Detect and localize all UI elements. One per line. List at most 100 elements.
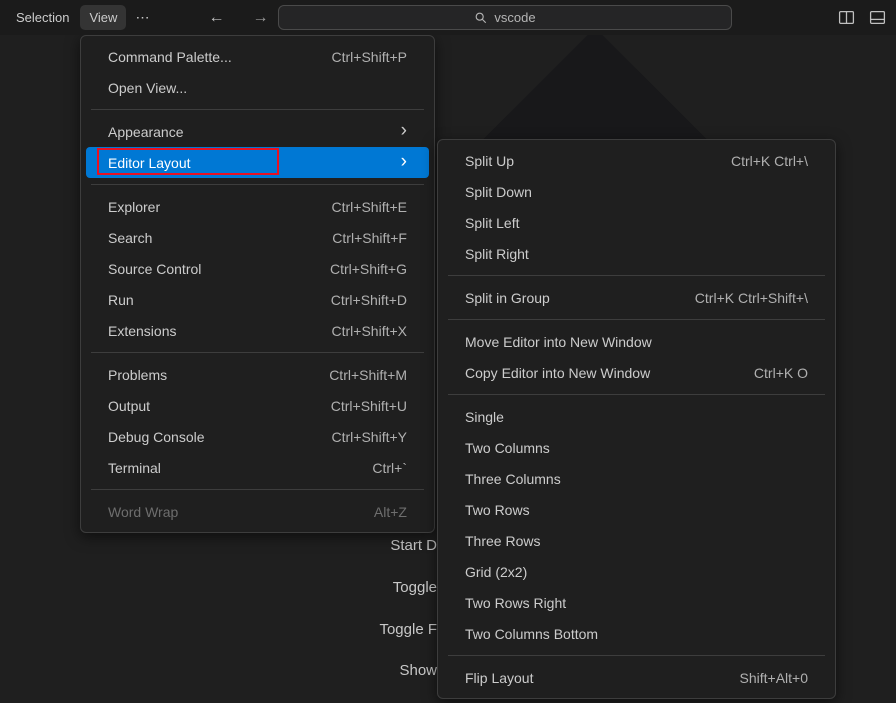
menu-item-output[interactable]: Output Ctrl+Shift+U (86, 390, 429, 421)
menubar-item-selection[interactable]: Selection (7, 5, 78, 30)
menu-item-label: Explorer (108, 199, 308, 215)
menu-separator (91, 489, 424, 490)
menu-item-label: Command Palette... (108, 49, 308, 65)
menu-item-move-editor-into-new-window[interactable]: Move Editor into New Window (443, 326, 830, 357)
background-text-fragment: Show (399, 662, 437, 679)
split-editor-icon[interactable] (838, 9, 855, 26)
menu-item-shortcut: Ctrl+Shift+M (329, 367, 407, 383)
menu-item-label: Editor Layout (108, 155, 385, 171)
menu-item-label: Three Rows (465, 533, 808, 549)
forward-arrow-icon[interactable]: → (244, 7, 276, 29)
menu-item-word-wrap[interactable]: Word Wrap Alt+Z (86, 496, 429, 527)
menu-item-source-control[interactable]: Source Control Ctrl+Shift+G (86, 253, 429, 284)
submenu-arrow-icon: › (401, 152, 407, 171)
menu-item-two-columns-bottom[interactable]: Two Columns Bottom (443, 618, 830, 649)
menu-item-split-up[interactable]: Split Up Ctrl+K Ctrl+\ (443, 145, 830, 176)
menu-item-two-columns[interactable]: Two Columns (443, 432, 830, 463)
menu-item-explorer[interactable]: Explorer Ctrl+Shift+E (86, 191, 429, 222)
menu-item-label: Two Rows (465, 502, 808, 518)
menu-item-two-rows[interactable]: Two Rows (443, 494, 830, 525)
menu-item-debug-console[interactable]: Debug Console Ctrl+Shift+Y (86, 421, 429, 452)
search-value: vscode (494, 10, 535, 25)
menu-item-label: Extensions (108, 323, 308, 339)
menu-item-three-columns[interactable]: Three Columns (443, 463, 830, 494)
menu-item-label: Terminal (108, 460, 348, 476)
submenu-arrow-icon: › (401, 121, 407, 140)
menu-item-run[interactable]: Run Ctrl+Shift+D (86, 284, 429, 315)
menu-item-label: Problems (108, 367, 305, 383)
background-text-fragment: Toggle F (379, 621, 437, 638)
menu-item-label: Source Control (108, 261, 306, 277)
menu-item-open-view[interactable]: Open View... (86, 72, 429, 103)
menu-item-split-in-group[interactable]: Split in Group Ctrl+K Ctrl+Shift+\ (443, 282, 830, 313)
menu-separator (448, 319, 825, 320)
menu-item-label: Flip Layout (465, 670, 716, 686)
menu-item-single[interactable]: Single (443, 401, 830, 432)
menu-item-label: Split Left (465, 215, 808, 231)
titlebar: Selection View ⋯ ← → vscode (0, 0, 896, 35)
menu-item-shortcut: Alt+Z (374, 504, 407, 520)
menu-item-shortcut: Ctrl+Shift+Y (332, 429, 407, 445)
view-menu: Command Palette... Ctrl+Shift+P Open View.… (80, 35, 435, 533)
menu-item-shortcut: Ctrl+Shift+F (332, 230, 407, 246)
menu-item-label: Output (108, 398, 307, 414)
menu-item-extensions[interactable]: Extensions Ctrl+Shift+X (86, 315, 429, 346)
command-center-search[interactable]: vscode (278, 5, 732, 30)
menu-item-shortcut: Ctrl+K Ctrl+\ (731, 153, 808, 169)
menu-item-label: Debug Console (108, 429, 308, 445)
menu-item-label: Two Columns Bottom (465, 626, 808, 642)
menu-item-shortcut: Ctrl+Shift+E (332, 199, 407, 215)
menu-separator (448, 394, 825, 395)
menu-separator (91, 184, 424, 185)
menu-item-split-right[interactable]: Split Right (443, 238, 830, 269)
search-icon (474, 11, 488, 25)
menu-item-label: Grid (2x2) (465, 564, 808, 580)
menu-item-label: Split in Group (465, 290, 671, 306)
editor-layout-submenu: Split Up Ctrl+K Ctrl+\ Split Down Split Lef… (437, 139, 836, 699)
menu-item-label: Split Right (465, 246, 808, 262)
menu-separator (91, 109, 424, 110)
menu-item-label: Split Up (465, 153, 707, 169)
background-text-fragment: Start D (390, 537, 437, 554)
menu-item-two-rows-right[interactable]: Two Rows Right (443, 587, 830, 618)
titlebar-right-actions (838, 0, 886, 35)
menu-item-label: Copy Editor into New Window (465, 365, 730, 381)
menu-item-shortcut: Ctrl+K O (754, 365, 808, 381)
back-arrow-icon[interactable]: ← (200, 7, 232, 29)
menu-item-label: Single (465, 409, 808, 425)
menu-item-grid-2x2[interactable]: Grid (2x2) (443, 556, 830, 587)
background-text-fragment: Toggle (393, 579, 437, 596)
menu-item-split-left[interactable]: Split Left (443, 207, 830, 238)
menu-item-split-down[interactable]: Split Down (443, 176, 830, 207)
menu-item-search[interactable]: Search Ctrl+Shift+F (86, 222, 429, 253)
menu-item-label: Open View... (108, 80, 407, 96)
menu-item-shortcut: Ctrl+K Ctrl+Shift+\ (695, 290, 808, 306)
menu-item-label: Three Columns (465, 471, 808, 487)
menu-item-shortcut: Ctrl+Shift+X (332, 323, 407, 339)
menu-item-shortcut: Ctrl+Shift+G (330, 261, 407, 277)
menu-separator (448, 655, 825, 656)
menu-separator (448, 275, 825, 276)
menu-item-shortcut: Ctrl+Shift+P (332, 49, 407, 65)
menu-item-problems[interactable]: Problems Ctrl+Shift+M (86, 359, 429, 390)
customize-layout-icon[interactable] (869, 9, 886, 26)
menu-separator (91, 352, 424, 353)
menu-item-shortcut: Ctrl+Shift+D (331, 292, 407, 308)
menu-item-label: Word Wrap (108, 504, 350, 520)
menu-item-copy-editor-into-new-window[interactable]: Copy Editor into New Window Ctrl+K O (443, 357, 830, 388)
menu-item-shortcut: Shift+Alt+0 (740, 670, 809, 686)
menubar-item-view[interactable]: View (80, 5, 126, 30)
menu-item-appearance[interactable]: Appearance› (86, 116, 429, 147)
menu-item-editor-layout[interactable]: Editor Layout › (86, 147, 429, 178)
menu-item-three-rows[interactable]: Three Rows (443, 525, 830, 556)
menu-item-terminal[interactable]: TerminalCtrl+` (86, 452, 429, 483)
menu-item-label: Search (108, 230, 308, 246)
menu-item-command-palette[interactable]: Command Palette... Ctrl+Shift+P (86, 41, 429, 72)
menu-item-label: Two Columns (465, 440, 808, 456)
menubar-more-icon[interactable]: ⋯ (127, 4, 158, 31)
menu-item-flip-layout[interactable]: Flip Layout Shift+Alt+0 (443, 662, 830, 693)
menu-item-label: Split Down (465, 184, 808, 200)
menu-item-label: Run (108, 292, 307, 308)
menu-item-shortcut: Ctrl+Shift+U (331, 398, 407, 414)
menu-item-label: Two Rows Right (465, 595, 808, 611)
